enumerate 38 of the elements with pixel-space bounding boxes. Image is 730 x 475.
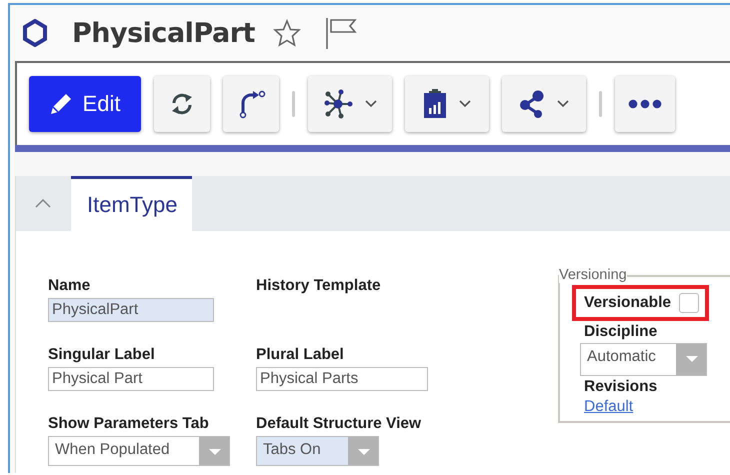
- field-label: Discipline: [584, 323, 658, 341]
- field-label: Revisions: [584, 378, 658, 396]
- chevron-down-icon: [557, 100, 569, 108]
- chevron-down-icon: [365, 100, 377, 108]
- field-label: Versionable: [584, 294, 672, 312]
- dropdown[interactable]: Tabs On: [256, 436, 379, 466]
- star-icon[interactable]: [272, 19, 301, 47]
- edit-button[interactable]: Edit: [29, 76, 141, 132]
- network-menu-button[interactable]: [308, 76, 392, 132]
- collapse-caret-icon[interactable]: [35, 199, 51, 208]
- clipboard-chart-icon: [423, 89, 447, 119]
- field-label: History Template: [256, 277, 381, 295]
- dropdown[interactable]: Automatic: [580, 343, 707, 376]
- clipboard-chart-menu-button[interactable]: [405, 76, 489, 132]
- chevron-down-icon: [459, 100, 471, 108]
- share-menu-button[interactable]: [502, 76, 586, 132]
- input-field[interactable]: PhysicalPart: [48, 298, 214, 322]
- flag-icon[interactable]: [324, 16, 357, 50]
- field-label: Singular Label: [48, 346, 155, 364]
- tab[interactable]: ItemType: [71, 176, 192, 231]
- field-label: Show Parameters Tab: [48, 415, 209, 433]
- dropdown[interactable]: When Populated: [48, 436, 230, 466]
- field-label: Plural Label: [256, 346, 344, 364]
- hexagon-icon: [22, 19, 48, 47]
- input-field[interactable]: Physical Parts: [256, 367, 428, 391]
- share-icon: [519, 89, 545, 119]
- field-label: Name: [48, 277, 90, 295]
- link[interactable]: Default: [584, 398, 634, 416]
- checkbox[interactable]: [679, 293, 700, 313]
- field-label: Default Structure View: [256, 415, 422, 433]
- input-field[interactable]: Physical Part: [48, 367, 214, 391]
- page-title: PhysicalPart: [72, 18, 255, 48]
- more-icon: [628, 99, 662, 109]
- group-legend: Versioning: [559, 268, 627, 283]
- network-icon: [323, 89, 353, 119]
- refresh-button[interactable]: [154, 76, 210, 132]
- more-button[interactable]: [615, 76, 675, 132]
- curved-arrow-button[interactable]: [223, 76, 279, 132]
